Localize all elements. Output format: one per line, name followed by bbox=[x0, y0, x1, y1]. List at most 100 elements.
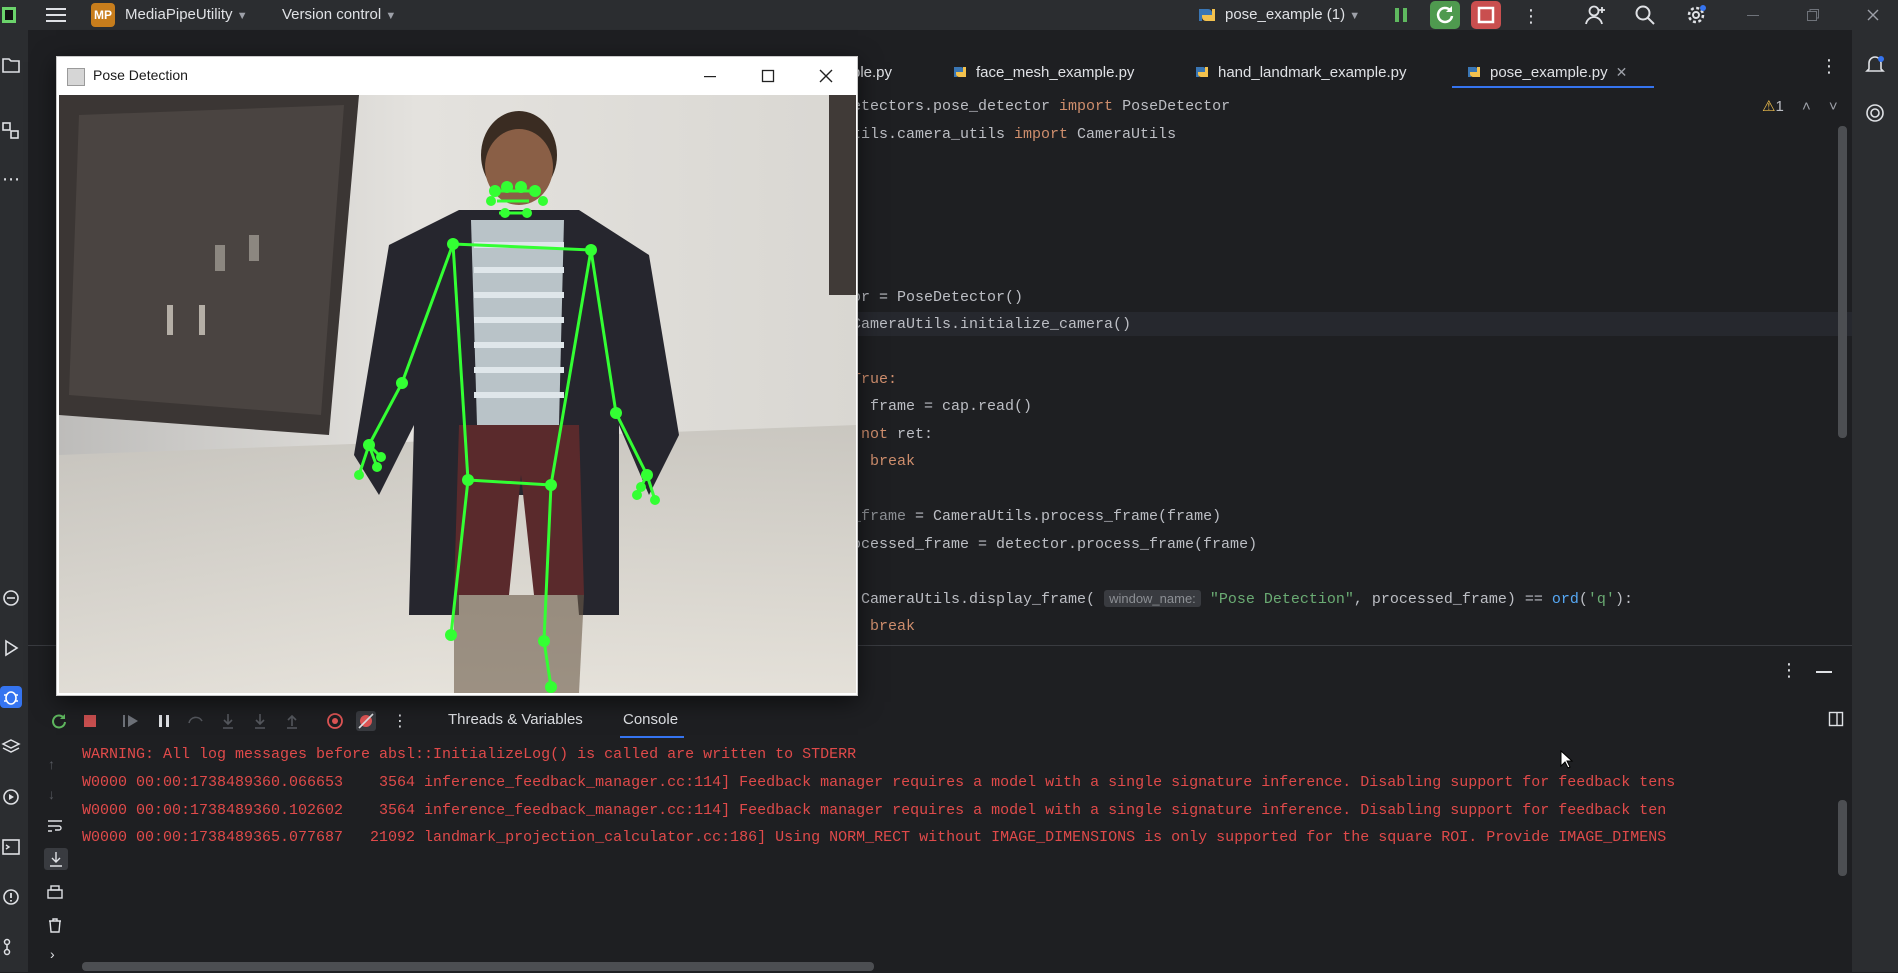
restore-window-button[interactable] bbox=[1790, 0, 1836, 30]
mouse-cursor-icon bbox=[1560, 750, 1574, 770]
print-icon[interactable] bbox=[46, 884, 64, 902]
step-into-my-code-icon[interactable] bbox=[250, 711, 270, 731]
layers-icon[interactable] bbox=[0, 736, 22, 758]
pose-window-title: Pose Detection bbox=[93, 67, 188, 83]
pose-detection-window[interactable]: Pose Detection bbox=[56, 56, 858, 696]
python-file-icon bbox=[1468, 67, 1480, 77]
tab-label: ple.py bbox=[852, 63, 893, 81]
window-app-icon bbox=[67, 68, 85, 86]
parameter-hint: window_name: bbox=[1104, 590, 1201, 607]
code-line: not ret: bbox=[861, 426, 934, 443]
chevron-down-icon[interactable]: ˅ bbox=[1829, 98, 1838, 115]
more-tools-icon[interactable]: ⋯ bbox=[0, 168, 22, 190]
scroll-up-icon[interactable]: ↑ bbox=[48, 756, 55, 772]
pose-minimize-button[interactable] bbox=[681, 57, 739, 95]
run-icon[interactable] bbox=[0, 637, 22, 659]
inspection-count: 1 bbox=[1775, 98, 1784, 115]
step-over-icon[interactable] bbox=[186, 711, 206, 731]
services-icon[interactable] bbox=[0, 786, 22, 808]
problems-icon[interactable] bbox=[0, 886, 22, 908]
run-config-selector[interactable]: pose_example (1) ▼ bbox=[1225, 6, 1360, 23]
stop-button[interactable] bbox=[1471, 1, 1501, 29]
soft-wrap-icon[interactable] bbox=[46, 818, 64, 834]
console-vertical-scrollbar[interactable] bbox=[1838, 800, 1847, 876]
project-name: MediaPipeUtility bbox=[125, 6, 233, 23]
pause-icon[interactable] bbox=[1392, 6, 1410, 24]
scroll-to-end-icon[interactable] bbox=[44, 848, 68, 870]
hide-panel-icon[interactable] bbox=[1816, 670, 1832, 674]
pose-close-button[interactable] bbox=[797, 57, 855, 95]
code-line: ocessed_frame = detector.process_frame(f… bbox=[852, 536, 1258, 553]
close-window-button[interactable] bbox=[1850, 0, 1896, 30]
right-tool-strip bbox=[1852, 30, 1898, 972]
close-tab-icon[interactable]: ✕ bbox=[1616, 64, 1628, 81]
stop-debug-icon[interactable] bbox=[80, 711, 100, 731]
main-menu-icon[interactable] bbox=[44, 6, 68, 24]
rerun-button[interactable] bbox=[1430, 1, 1460, 29]
search-icon[interactable] bbox=[1634, 4, 1656, 26]
add-user-icon[interactable] bbox=[1585, 4, 1607, 26]
tab-hand-landmark-example[interactable]: hand_landmark_example.py bbox=[1194, 58, 1406, 86]
chevron-down-icon: ▼ bbox=[1349, 10, 1361, 22]
python-icon bbox=[1196, 5, 1218, 25]
title-bar: MP MediaPipeUtility ▼ Version control ▼ … bbox=[0, 0, 1898, 30]
clear-console-trash-icon[interactable] bbox=[46, 916, 64, 934]
code-line: , frame = cap.read() bbox=[852, 398, 1033, 415]
scroll-down-icon[interactable]: ↓ bbox=[48, 786, 55, 802]
tab-options-icon[interactable]: ⋮ bbox=[1820, 56, 1838, 77]
step-into-icon[interactable] bbox=[218, 711, 238, 731]
view-breakpoints-icon[interactable] bbox=[325, 711, 345, 731]
ide-logo-icon[interactable] bbox=[0, 4, 20, 26]
tab-partial-file[interactable]: ple.py bbox=[852, 58, 892, 86]
camera-frame-canvas bbox=[59, 95, 856, 693]
rerun-debug-icon[interactable] bbox=[48, 711, 68, 731]
ai-assistant-icon[interactable] bbox=[1864, 102, 1886, 124]
settings-gear-icon[interactable] bbox=[1684, 3, 1708, 27]
mute-breakpoints-icon[interactable] bbox=[356, 711, 376, 731]
code-line: break bbox=[870, 618, 916, 635]
tab-label: hand_landmark_example.py bbox=[1218, 63, 1407, 81]
terminal-icon[interactable] bbox=[0, 836, 22, 858]
console-line: W0000 00:00:1738489360.066653 3564 infer… bbox=[82, 774, 1676, 791]
pose-window-titlebar[interactable]: Pose Detection bbox=[57, 57, 857, 95]
console-horizontal-scrollbar[interactable] bbox=[82, 962, 874, 971]
structure-icon[interactable] bbox=[0, 120, 22, 142]
tab-face-mesh-example[interactable]: face_mesh_example.py bbox=[952, 58, 1134, 86]
layout-toggle-icon[interactable] bbox=[1828, 711, 1844, 727]
pause-program-icon[interactable] bbox=[154, 711, 174, 731]
inspection-widget[interactable]: ⚠1 ˄ ˅ bbox=[1762, 97, 1838, 115]
console-line: W0000 00:00:1738489365.077687 21092 land… bbox=[82, 829, 1667, 846]
project-folder-icon[interactable] bbox=[0, 54, 22, 76]
code-line: CameraUtils.initialize_camera() bbox=[852, 316, 1132, 333]
code-line: tils.camera_utils import CameraUtils bbox=[852, 126, 1177, 143]
tab-console[interactable]: Console bbox=[623, 711, 678, 728]
tab-pose-example[interactable]: pose_example.py ✕ bbox=[1466, 58, 1627, 86]
step-out-icon[interactable] bbox=[282, 711, 302, 731]
vcs-menu[interactable]: Version control ▼ bbox=[282, 6, 396, 23]
camera-feed bbox=[59, 95, 856, 693]
expand-chevron-icon[interactable]: › bbox=[50, 946, 55, 962]
console-line: W0000 00:00:1738489360.102602 3564 infer… bbox=[82, 802, 1667, 819]
minimize-window-button[interactable] bbox=[1730, 0, 1776, 30]
version-control-icon[interactable] bbox=[0, 936, 22, 958]
notifications-bell-icon[interactable] bbox=[1864, 54, 1886, 76]
python-packages-icon[interactable] bbox=[0, 587, 22, 609]
chevron-up-icon[interactable]: ˄ bbox=[1802, 98, 1811, 115]
editor-scrollbar[interactable] bbox=[1838, 126, 1847, 438]
project-switcher[interactable]: MediaPipeUtility ▼ bbox=[125, 6, 248, 23]
tab-label: face_mesh_example.py bbox=[976, 63, 1135, 81]
active-debug-tab-indicator bbox=[620, 736, 684, 738]
code-line: CameraUtils.display_frame( window_name: … bbox=[861, 590, 1633, 608]
more-actions-icon[interactable]: ⋮ bbox=[1522, 6, 1540, 27]
code-line: or = PoseDetector() bbox=[852, 289, 1024, 306]
chevron-down-icon: ▼ bbox=[385, 10, 397, 22]
tab-threads-variables[interactable]: Threads & Variables bbox=[448, 711, 583, 728]
code-line: etectors.pose_detector import PoseDetect… bbox=[852, 98, 1231, 115]
debug-more-icon[interactable]: ⋮ bbox=[390, 711, 410, 731]
resume-icon[interactable] bbox=[121, 711, 141, 731]
debug-bug-icon[interactable] bbox=[0, 686, 22, 708]
code-line: _frame = CameraUtils.process_frame(frame… bbox=[852, 508, 1222, 525]
pose-maximize-button[interactable] bbox=[739, 57, 797, 95]
panel-options-icon[interactable]: ⋮ bbox=[1780, 660, 1798, 681]
code-line: True: bbox=[852, 371, 898, 388]
